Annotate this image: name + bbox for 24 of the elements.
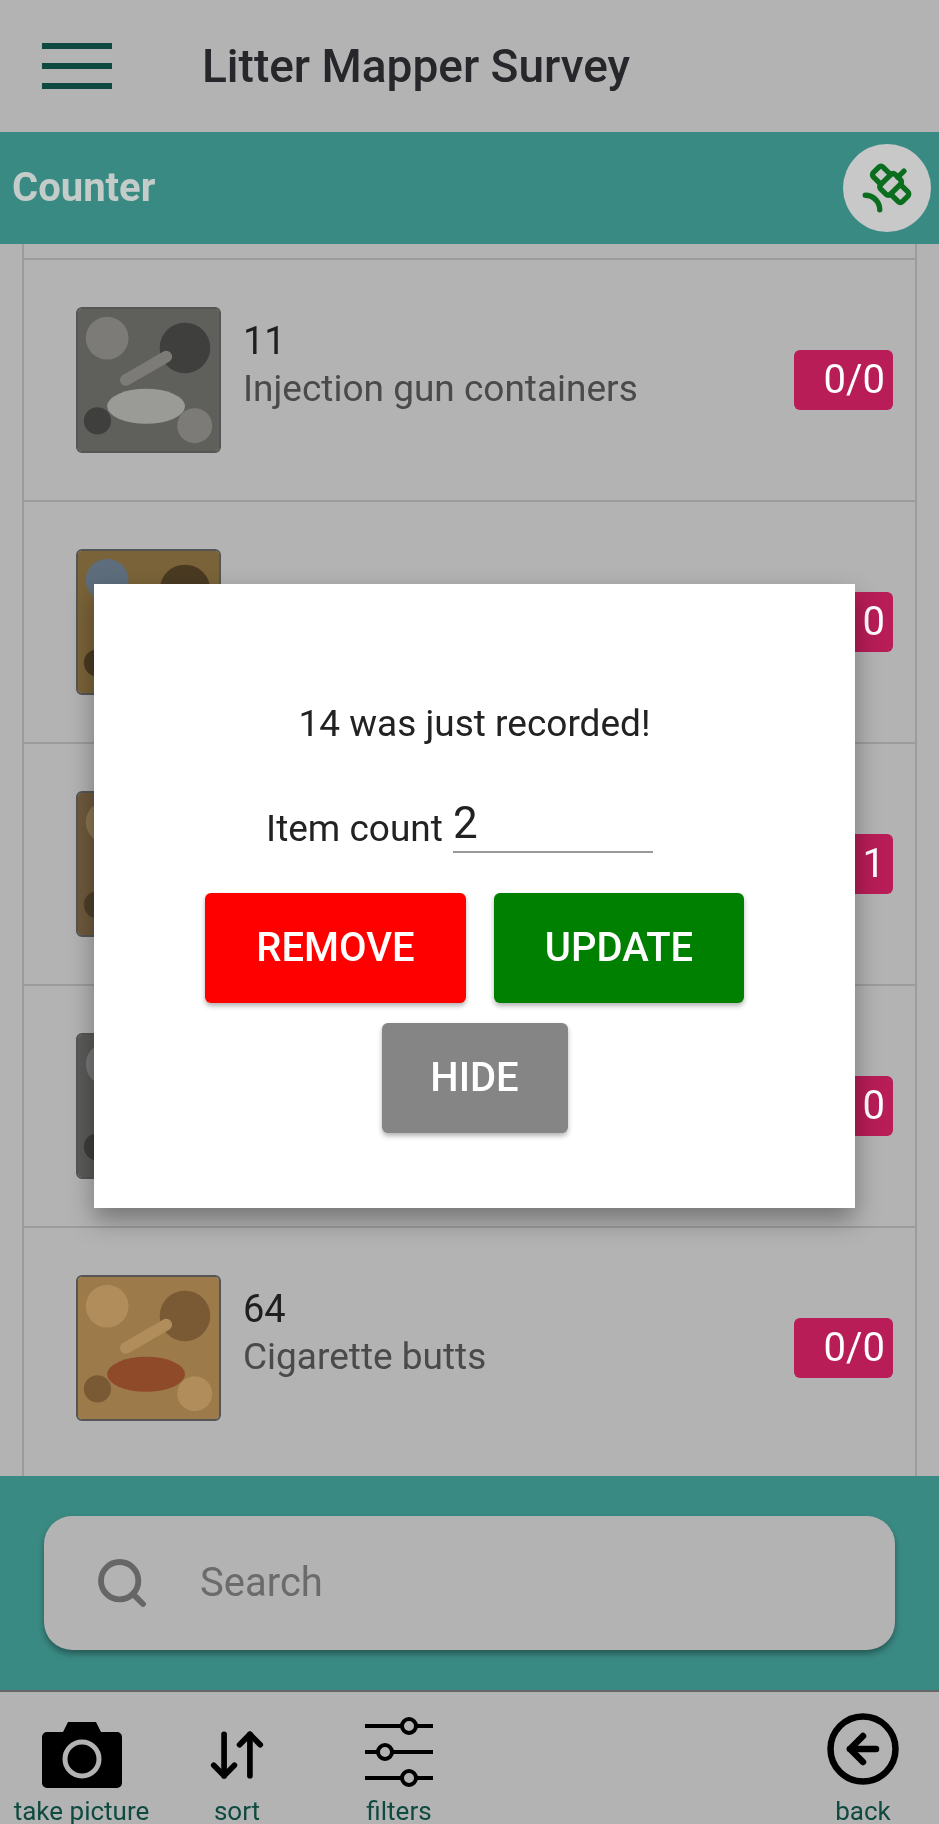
remove-button[interactable]: REMOVE xyxy=(205,892,466,1003)
hide-button[interactable]: HIDE xyxy=(381,1022,568,1133)
menu-icon[interactable] xyxy=(42,43,112,89)
item-name: Cigarette butts xyxy=(243,1333,488,1380)
item-number: 64 xyxy=(243,1286,287,1333)
app-title: Litter Mapper Survey xyxy=(202,37,631,95)
field-label: Item count xyxy=(266,806,443,853)
dialog-message: 14 was just recorded! xyxy=(298,701,651,747)
back-icon xyxy=(824,1710,902,1788)
item-name: Injection gun containers xyxy=(243,365,639,412)
toolbar-button[interactable]: filters xyxy=(349,1692,449,1824)
list-item[interactable]: 11 Injection gun containers 0/0 xyxy=(24,258,915,500)
search-field[interactable]: Search xyxy=(44,1516,895,1650)
toolbar-button[interactable]: sort xyxy=(187,1692,287,1824)
count-badge: 0/0 xyxy=(794,350,893,410)
update-button[interactable]: UPDATE xyxy=(494,892,744,1003)
search-input[interactable]: Search xyxy=(200,1553,712,1613)
filters-icon xyxy=(363,1716,435,1788)
list-item[interactable]: 64 Cigarette butts 0/0 xyxy=(24,1226,915,1468)
item-count-field[interactable]: 2 xyxy=(452,795,653,853)
count-badge: 0/0 xyxy=(794,1318,893,1378)
section-title: Counter xyxy=(12,163,156,213)
item-number: 11 xyxy=(243,318,287,365)
toolbar-button[interactable]: back xyxy=(813,1692,913,1824)
